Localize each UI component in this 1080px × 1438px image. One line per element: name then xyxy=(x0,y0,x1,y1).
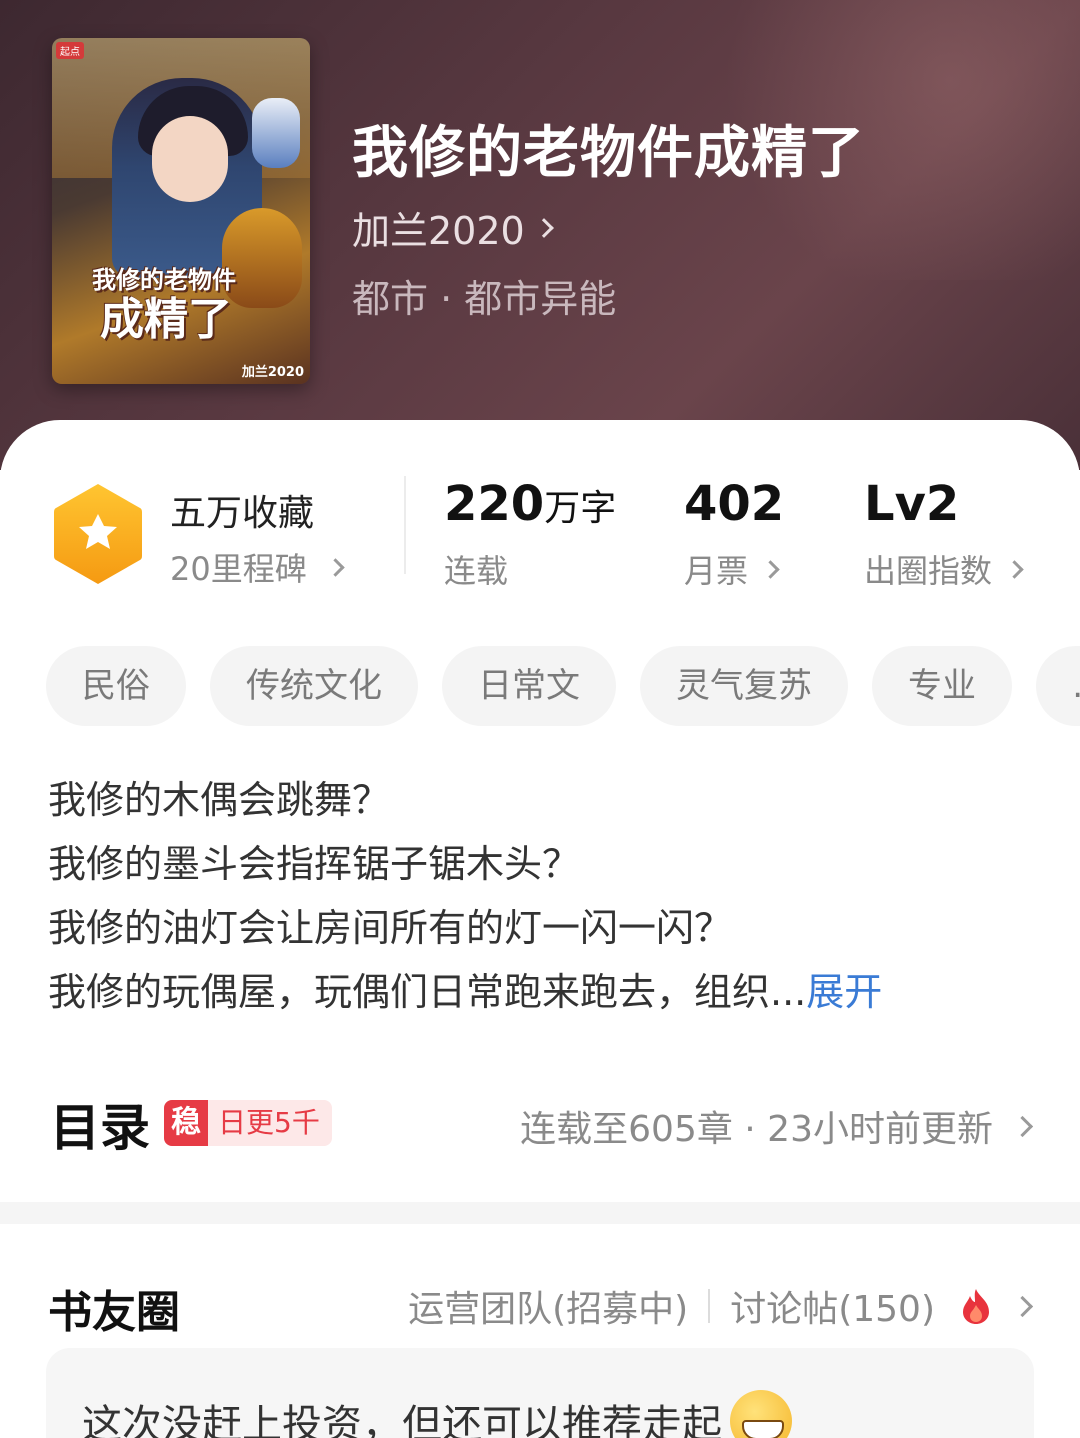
chevron-right-icon xyxy=(533,217,554,238)
influence-level-value: Lv2 xyxy=(864,476,960,532)
table-of-contents-row[interactable]: 目录 稳 日更5千 连载至605章 · 23小时前更新 xyxy=(0,1080,1080,1170)
toc-title: 目录 xyxy=(50,1099,150,1157)
tag-chip[interactable]: 灵气复苏 xyxy=(640,646,848,726)
book-title: 我修的老物件成精了 xyxy=(352,120,865,186)
cover-title-line1: 我修的老物件 xyxy=(92,266,236,294)
cover-title-line2: 成精了 xyxy=(100,294,232,345)
cover-art-face xyxy=(152,116,228,202)
tag-chip[interactable]: 日常文 xyxy=(442,646,616,726)
description-line: 我修的油灯会让房间所有的灯一闪一闪？ xyxy=(48,906,733,950)
chevron-right-icon[interactable] xyxy=(1011,1295,1034,1317)
word-count-value: 220 xyxy=(444,476,545,532)
chevron-right-icon xyxy=(1005,559,1024,579)
toc-status: 连载至605章 · 23小时前更新 xyxy=(520,1100,1034,1152)
description-line: 我修的木偶会跳舞？ xyxy=(48,778,391,822)
description-line: 我修的墨斗会指挥锯子锯木头？ xyxy=(48,842,581,886)
description-line: 我修的玩偶屋，玩偶们日常跑来跑去，组织... xyxy=(48,970,807,1014)
cover-title: 我修的老物件 成精了 xyxy=(92,266,302,346)
reader-circle-links: 运营团队(招募中) 讨论帖(150) xyxy=(408,1280,1034,1332)
book-detail-card: 五万收藏 20里程碑 220万字 连载 402 月票 Lv2 出圈指数 民俗 传… xyxy=(0,420,1080,1438)
fire-icon xyxy=(963,1289,989,1324)
stable-update-badge: 稳 xyxy=(164,1100,208,1146)
book-header: 起点 我修的老物件 成精了 加兰2020 我修的老物件成精了 加兰2020 都市… xyxy=(0,0,1080,470)
toc-status-text: 连载至605章 · 23小时前更新 xyxy=(520,1109,993,1150)
monthly-votes-label: 月票 xyxy=(684,552,749,590)
cover-badge: 起点 xyxy=(56,42,84,59)
author-name: 加兰2020 xyxy=(352,209,525,253)
word-count-unit: 万字 xyxy=(544,488,617,529)
book-genre: 都市 · 都市异能 xyxy=(352,277,617,321)
ops-team-link[interactable]: 运营团队(招募中) xyxy=(408,1280,688,1332)
tag-chip[interactable]: 专业 xyxy=(872,646,1012,726)
reader-circle-header: 书友圈 运营团队(招募中) 讨论帖(150) xyxy=(0,1270,1080,1340)
discussion-link[interactable]: 讨论帖(150) xyxy=(730,1280,935,1332)
grin-emoji-icon xyxy=(730,1390,792,1438)
chevron-right-icon xyxy=(761,559,780,579)
serial-status-label: 连载 xyxy=(444,552,509,590)
stats-row: 五万收藏 20里程碑 220万字 连载 402 月票 Lv2 出圈指数 xyxy=(0,420,1080,620)
book-description[interactable]: 我修的木偶会跳舞？ 我修的墨斗会指挥锯子锯木头？ 我修的油灯会让房间所有的灯一闪… xyxy=(48,768,1038,1024)
monthly-votes-link[interactable]: 月票 xyxy=(684,546,780,592)
collect-title: 五万收藏 xyxy=(170,493,315,534)
cover-author: 加兰2020 xyxy=(241,365,304,380)
post-content: 这次没赶上投资，但还可以推荐走起 xyxy=(82,1390,792,1438)
milestone-link[interactable]: 20里程碑 xyxy=(170,544,345,590)
description-line-last: 我修的玩偶屋，玩偶们日常跑来跑去，组织...展开 xyxy=(48,960,1038,1024)
tag-chip[interactable]: 传统文化 xyxy=(210,646,418,726)
section-divider xyxy=(0,1202,1080,1224)
monthly-votes-value: 402 xyxy=(684,476,785,532)
post-text: 这次没赶上投资，但还可以推荐走起 xyxy=(82,1402,722,1438)
tag-list: 民俗 传统文化 日常文 灵气复苏 专业 … xyxy=(46,646,1080,726)
tag-chip[interactable]: 民俗 xyxy=(46,646,186,726)
expand-button[interactable]: 展开 xyxy=(806,970,882,1014)
reader-circle-title: 书友圈 xyxy=(48,1287,180,1338)
tag-chip[interactable]: … xyxy=(1036,646,1080,726)
chevron-right-icon xyxy=(326,557,345,577)
serial-status: 连载 xyxy=(444,546,508,592)
stats-divider xyxy=(404,476,406,574)
star-badge-icon xyxy=(54,484,142,584)
book-cover[interactable]: 起点 我修的老物件 成精了 加兰2020 xyxy=(52,38,310,384)
influence-index-link[interactable]: 出圈指数 xyxy=(864,546,1024,592)
milestone-label: 20里程碑 xyxy=(170,550,307,588)
author-link[interactable]: 加兰2020 xyxy=(352,200,554,255)
link-separator xyxy=(708,1289,711,1323)
reader-circle-post[interactable]: 这次没赶上投资，但还可以推荐走起 xyxy=(46,1348,1034,1438)
daily-update-badge: 日更5千 xyxy=(218,1106,320,1139)
word-count: 220万字 xyxy=(444,476,616,532)
update-badge: 稳 日更5千 xyxy=(164,1100,332,1146)
chevron-right-icon xyxy=(1011,1115,1034,1137)
influence-index-label: 出圈指数 xyxy=(864,552,993,590)
cover-art-vase xyxy=(252,98,300,168)
